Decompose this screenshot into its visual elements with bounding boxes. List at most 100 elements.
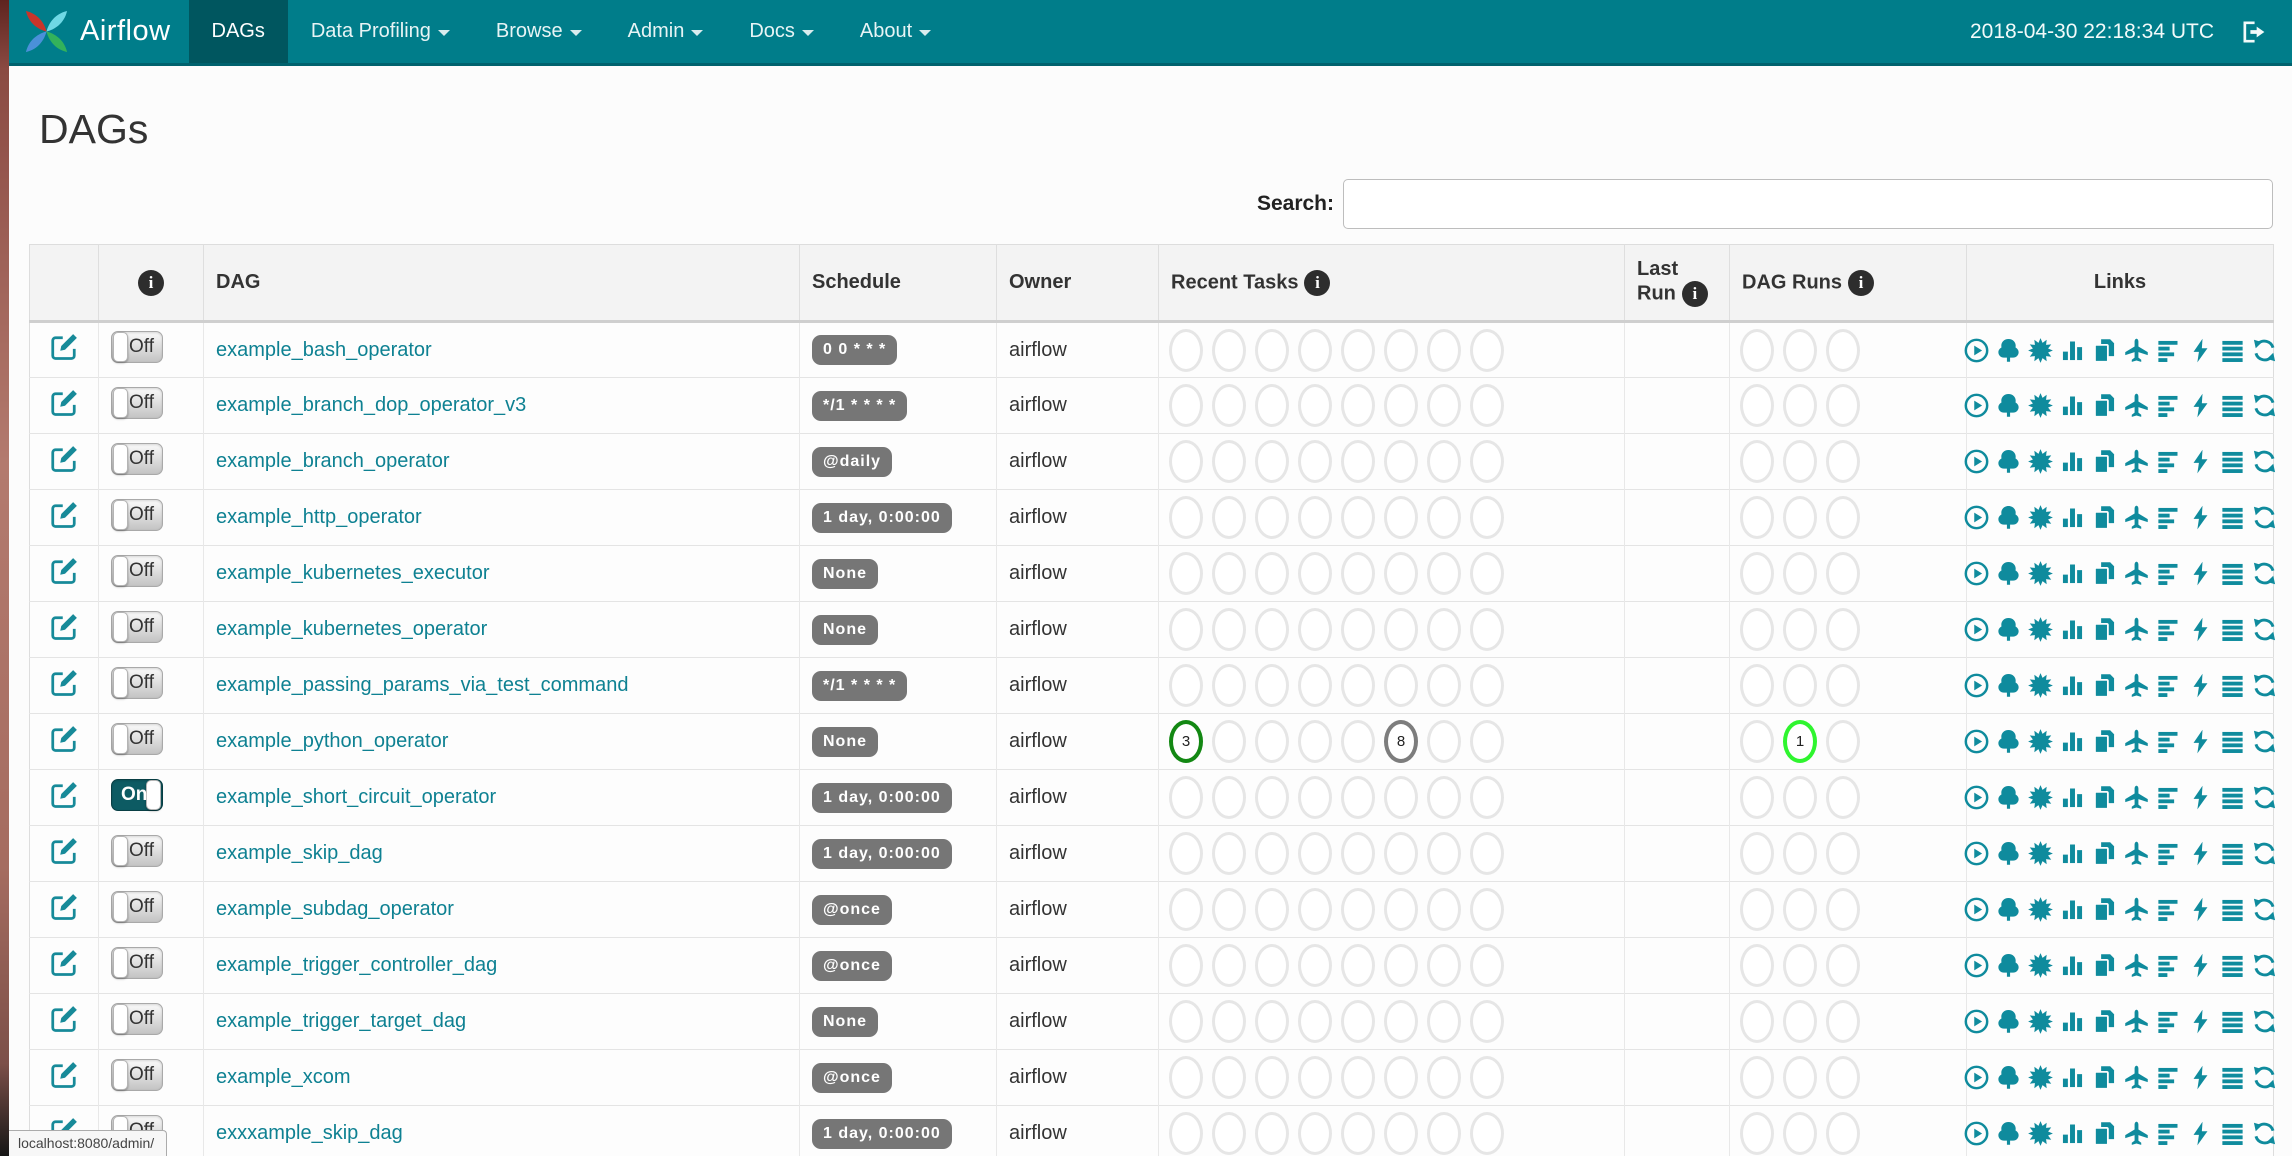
gantt-view-icon[interactable]: [2155, 448, 2182, 475]
landing-times-icon[interactable]: [2123, 337, 2150, 364]
refresh-icon[interactable]: [2251, 672, 2278, 699]
dag-link[interactable]: example_subdag_operator: [216, 898, 454, 920]
task-duration-icon[interactable]: [2059, 672, 2086, 699]
gantt-view-icon[interactable]: [2155, 560, 2182, 587]
tree-view-icon[interactable]: [1995, 1064, 2022, 1091]
task-duration-icon[interactable]: [2059, 840, 2086, 867]
task-tries-icon[interactable]: [2091, 952, 2118, 979]
task-tries-icon[interactable]: [2091, 504, 2118, 531]
trigger-dag-icon[interactable]: [1963, 896, 1990, 923]
graph-view-icon[interactable]: [2027, 896, 2054, 923]
task-tries-icon[interactable]: [2091, 1008, 2118, 1035]
task-duration-icon[interactable]: [2059, 1008, 2086, 1035]
dag-link[interactable]: example_python_operator: [216, 730, 448, 752]
gantt-view-icon[interactable]: [2155, 952, 2182, 979]
logs-icon[interactable]: [2219, 448, 2246, 475]
trigger-dag-icon[interactable]: [1963, 504, 1990, 531]
task-tries-icon[interactable]: [2091, 448, 2118, 475]
task-duration-icon[interactable]: [2059, 1064, 2086, 1091]
trigger-dag-icon[interactable]: [1963, 728, 1990, 755]
task-duration-icon[interactable]: [2059, 392, 2086, 419]
edit-dag-icon[interactable]: [49, 724, 79, 754]
task-duration-icon[interactable]: [2059, 504, 2086, 531]
dag-link[interactable]: example_branch_dop_operator_v3: [216, 394, 526, 416]
dag-link[interactable]: example_short_circuit_operator: [216, 786, 496, 808]
refresh-icon[interactable]: [2251, 337, 2278, 364]
refresh-icon[interactable]: [2251, 560, 2278, 587]
tree-view-icon[interactable]: [1995, 337, 2022, 364]
edit-dag-icon[interactable]: [49, 780, 79, 810]
gantt-view-icon[interactable]: [2155, 728, 2182, 755]
gantt-view-icon[interactable]: [2155, 392, 2182, 419]
graph-view-icon[interactable]: [2027, 784, 2054, 811]
gantt-view-icon[interactable]: [2155, 840, 2182, 867]
gantt-view-icon[interactable]: [2155, 616, 2182, 643]
dag-pause-toggle[interactable]: Off: [111, 1058, 163, 1091]
code-view-icon[interactable]: [2187, 560, 2214, 587]
trigger-dag-icon[interactable]: [1963, 392, 1990, 419]
refresh-icon[interactable]: [2251, 728, 2278, 755]
graph-view-icon[interactable]: [2027, 1008, 2054, 1035]
nav-item-about[interactable]: About: [837, 0, 954, 63]
tree-view-icon[interactable]: [1995, 840, 2022, 867]
logs-icon[interactable]: [2219, 784, 2246, 811]
dag-link[interactable]: example_kubernetes_executor: [216, 562, 490, 584]
task-tries-icon[interactable]: [2091, 728, 2118, 755]
tree-view-icon[interactable]: [1995, 896, 2022, 923]
edit-dag-icon[interactable]: [49, 332, 79, 362]
code-view-icon[interactable]: [2187, 616, 2214, 643]
tree-view-icon[interactable]: [1995, 616, 2022, 643]
nav-item-docs[interactable]: Docs: [726, 0, 837, 63]
tree-view-icon[interactable]: [1995, 672, 2022, 699]
tree-view-icon[interactable]: [1995, 1120, 2022, 1147]
dag-link[interactable]: example_trigger_controller_dag: [216, 954, 497, 976]
refresh-icon[interactable]: [2251, 1008, 2278, 1035]
logs-icon[interactable]: [2219, 840, 2246, 867]
gantt-view-icon[interactable]: [2155, 1120, 2182, 1147]
task-tries-icon[interactable]: [2091, 1064, 2118, 1091]
dag-pause-toggle[interactable]: Off: [111, 946, 163, 979]
refresh-icon[interactable]: [2251, 896, 2278, 923]
logs-icon[interactable]: [2219, 392, 2246, 419]
code-view-icon[interactable]: [2187, 504, 2214, 531]
landing-times-icon[interactable]: [2123, 896, 2150, 923]
dag-pause-toggle[interactable]: Off: [111, 386, 163, 419]
dag-link[interactable]: example_trigger_target_dag: [216, 1010, 466, 1032]
code-view-icon[interactable]: [2187, 840, 2214, 867]
task-duration-icon[interactable]: [2059, 337, 2086, 364]
trigger-dag-icon[interactable]: [1963, 1064, 1990, 1091]
landing-times-icon[interactable]: [2123, 448, 2150, 475]
refresh-icon[interactable]: [2251, 1064, 2278, 1091]
task-tries-icon[interactable]: [2091, 337, 2118, 364]
tree-view-icon[interactable]: [1995, 1008, 2022, 1035]
dag-pause-toggle[interactable]: Off: [111, 666, 163, 699]
landing-times-icon[interactable]: [2123, 616, 2150, 643]
refresh-icon[interactable]: [2251, 448, 2278, 475]
task-tries-icon[interactable]: [2091, 896, 2118, 923]
code-view-icon[interactable]: [2187, 672, 2214, 699]
landing-times-icon[interactable]: [2123, 952, 2150, 979]
graph-view-icon[interactable]: [2027, 392, 2054, 419]
logs-icon[interactable]: [2219, 1064, 2246, 1091]
logout-icon[interactable]: [2240, 18, 2268, 46]
landing-times-icon[interactable]: [2123, 392, 2150, 419]
graph-view-icon[interactable]: [2027, 337, 2054, 364]
tree-view-icon[interactable]: [1995, 952, 2022, 979]
task-tries-icon[interactable]: [2091, 840, 2118, 867]
landing-times-icon[interactable]: [2123, 1064, 2150, 1091]
code-view-icon[interactable]: [2187, 448, 2214, 475]
trigger-dag-icon[interactable]: [1963, 784, 1990, 811]
edit-dag-icon[interactable]: [49, 1060, 79, 1090]
task-tries-icon[interactable]: [2091, 672, 2118, 699]
logs-icon[interactable]: [2219, 504, 2246, 531]
dag-link[interactable]: example_branch_operator: [216, 450, 450, 472]
task-duration-icon[interactable]: [2059, 448, 2086, 475]
task-duration-icon[interactable]: [2059, 728, 2086, 755]
dag-pause-toggle[interactable]: Off: [111, 610, 163, 643]
graph-view-icon[interactable]: [2027, 1064, 2054, 1091]
task-duration-icon[interactable]: [2059, 616, 2086, 643]
landing-times-icon[interactable]: [2123, 1008, 2150, 1035]
task-state-circle[interactable]: 1: [1783, 720, 1817, 763]
code-view-icon[interactable]: [2187, 392, 2214, 419]
graph-view-icon[interactable]: [2027, 504, 2054, 531]
